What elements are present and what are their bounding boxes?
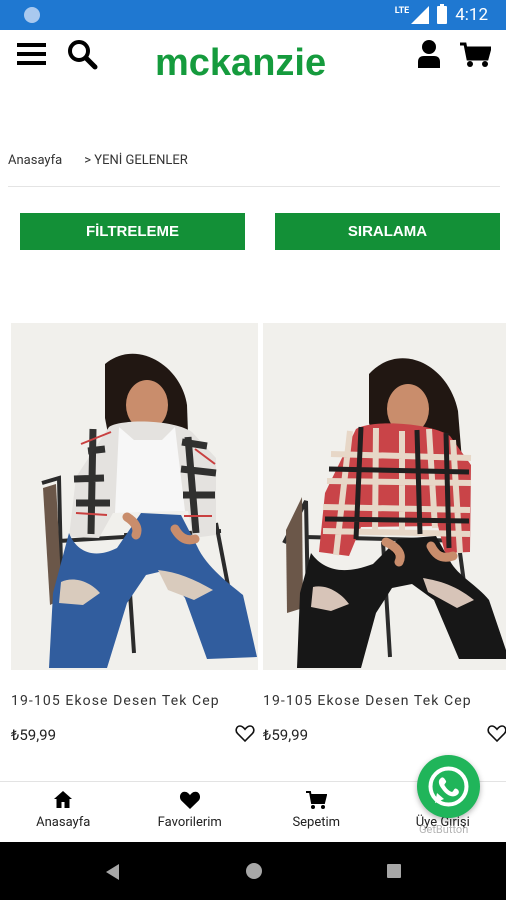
app-header: mckanzie [0,30,506,140]
getbutton-credit: GetButton [419,823,469,836]
home-circle-icon[interactable] [246,863,262,879]
product-image[interactable] [263,323,506,670]
home-icon [54,791,73,808]
nav-cart-label: Sepetim [292,815,341,830]
product-price: ₺59,99 [263,726,309,744]
favorite-heart-icon[interactable] [235,723,255,743]
android-navigation-bar [0,842,506,900]
product-image[interactable] [11,323,258,670]
recents-icon[interactable] [387,864,401,878]
product-card-1[interactable]: 19-105 Ekose Desen Tek Cep ₺59,99 [11,323,258,744]
search-icon[interactable] [67,39,98,74]
status-bar: LTE 4:12 [0,0,506,30]
brand-logo[interactable]: mckanzie [155,42,326,85]
product-price: ₺59,99 [11,726,57,744]
product-card-2[interactable]: 19-105 Ekose Desen Tek Cep ₺59,99 [263,323,506,744]
nav-favorites[interactable]: Favorilerim [127,782,254,843]
nav-home[interactable]: Anasayfa [0,782,127,843]
status-time: 4:12 [455,5,488,25]
signal-icon [411,6,430,24]
network-type: LTE [394,6,410,16]
account-icon[interactable] [417,40,441,72]
heart-icon [179,791,200,809]
cart-icon[interactable] [460,42,492,72]
whatsapp-button[interactable] [417,755,480,818]
product-name[interactable]: 19-105 Ekose Desen Tek Cep [11,693,251,709]
battery-icon [437,4,448,24]
sort-button[interactable]: SIRALAMA [275,213,500,250]
nav-cart[interactable]: Sepetim [253,782,380,843]
product-name[interactable]: 19-105 Ekose Desen Tek Cep [263,693,503,709]
nav-home-label: Anasayfa [36,815,91,830]
breadcrumb-home-link[interactable]: Anasayfa [8,153,62,168]
filter-button[interactable]: FİLTRELEME [20,213,245,250]
favorite-heart-icon[interactable] [487,723,506,743]
nav-favorites-label: Favorilerim [157,815,222,830]
breadcrumb-current: > YENİ GELENLER [84,153,188,168]
menu-icon[interactable] [17,41,47,71]
breadcrumb: Anasayfa > YENİ GELENLER [8,153,188,168]
status-indicators: LTE 4:12 [395,4,488,26]
cart-icon [305,791,327,809]
breadcrumb-divider [8,186,500,187]
back-icon[interactable] [106,864,119,880]
notification-dot [24,7,40,23]
whatsapp-icon [428,766,469,807]
